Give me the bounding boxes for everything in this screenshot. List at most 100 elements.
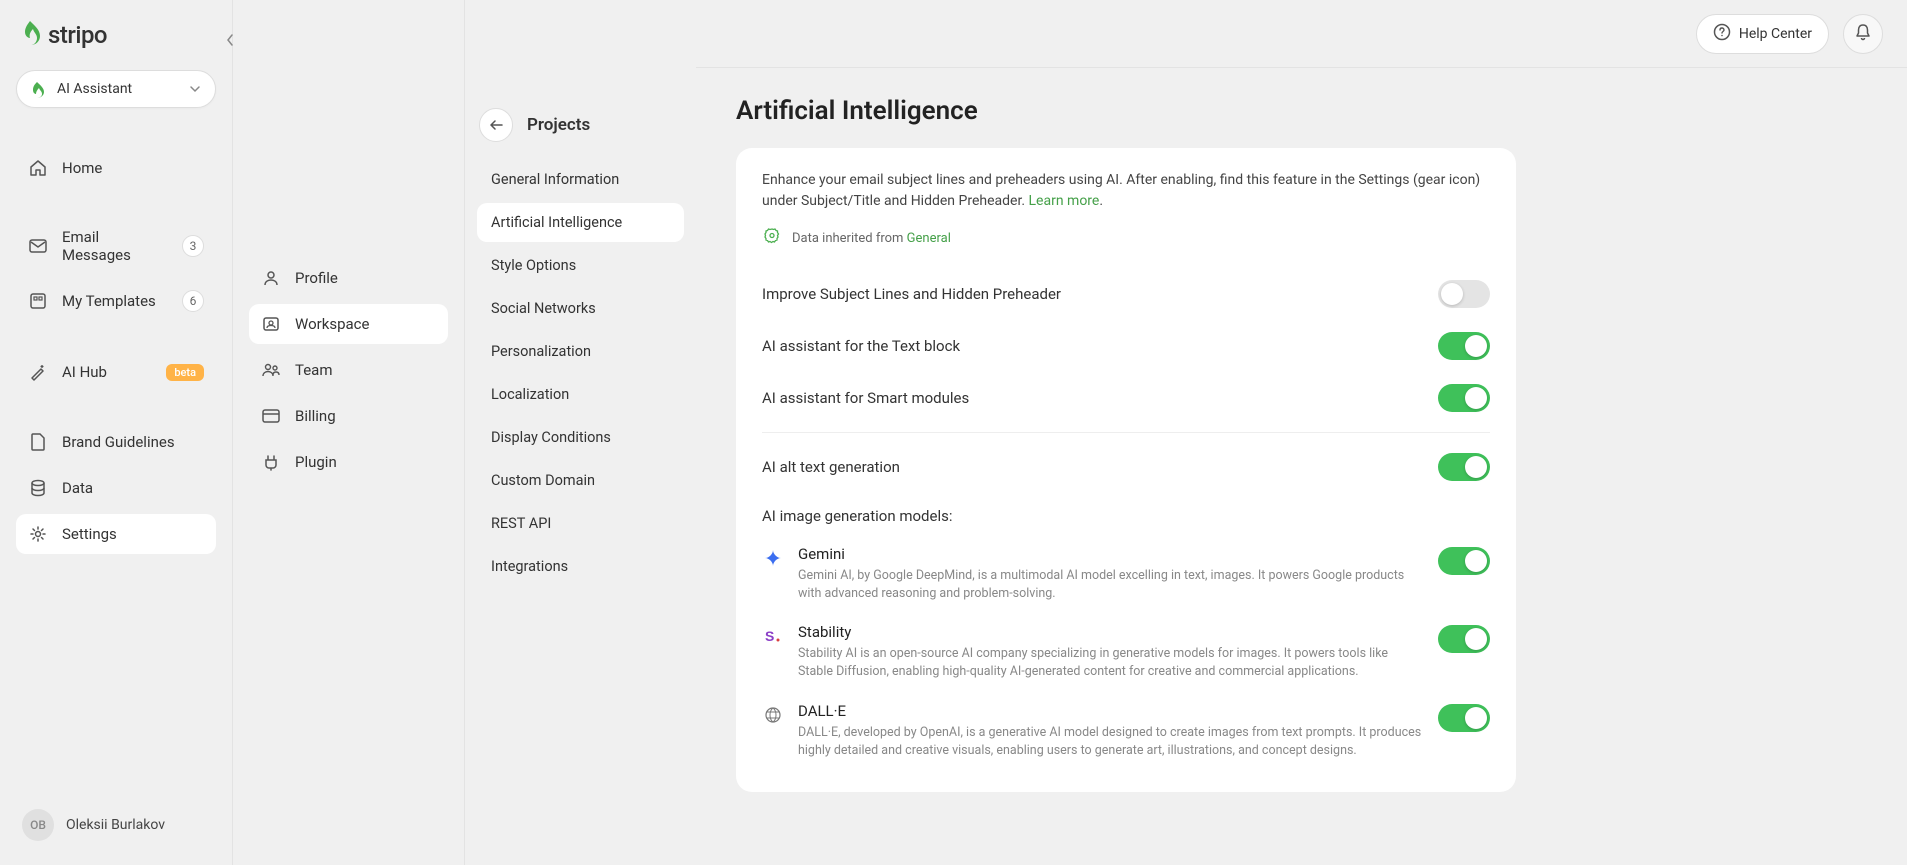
toggle-text-block[interactable] — [1438, 332, 1490, 360]
dalle-icon — [762, 704, 784, 726]
settings-sidebar: Profile Workspace Team Billing Plugin — [232, 0, 464, 865]
notifications-button[interactable] — [1843, 14, 1883, 54]
model-dalle-row: DALL·E DALL·E, developed by OpenAI, is a… — [762, 692, 1490, 770]
projects-integrations[interactable]: Integrations — [477, 547, 684, 586]
user-menu[interactable]: OB Oleksii Burlakov — [16, 801, 216, 849]
settings-billing[interactable]: Billing — [249, 396, 448, 436]
brand-name: stripo — [48, 21, 107, 49]
team-icon — [261, 360, 281, 380]
mail-icon — [28, 236, 48, 256]
database-icon — [28, 478, 48, 498]
projects-domain[interactable]: Custom Domain — [477, 461, 684, 500]
inherited-info: Data inherited from General — [762, 226, 1490, 250]
project-selector[interactable]: AI Assistant — [16, 70, 216, 108]
workspace-icon — [261, 314, 281, 334]
logo[interactable]: stripo — [16, 20, 216, 50]
toggle-subject[interactable] — [1438, 280, 1490, 308]
model-desc: DALL·E, developed by OpenAI, is a genera… — [798, 724, 1424, 760]
bell-icon — [1855, 23, 1871, 45]
nav-email-messages[interactable]: Email Messages 3 — [16, 218, 216, 274]
settings-item-label: Profile — [295, 269, 338, 287]
settings-item-label: Plugin — [295, 453, 337, 471]
projects-style[interactable]: Style Options — [477, 246, 684, 285]
help-center-button[interactable]: Help Center — [1696, 14, 1829, 54]
projects-title: Projects — [527, 115, 590, 135]
gear-icon — [28, 524, 48, 544]
projects-social[interactable]: Social Networks — [477, 289, 684, 328]
toggle-alt-text-row: AI alt text generation — [762, 441, 1490, 493]
page-title: Artificial Intelligence — [736, 96, 1867, 126]
projects-personalization[interactable]: Personalization — [477, 332, 684, 371]
settings-plugin[interactable]: Plugin — [249, 442, 448, 482]
model-gemini-row: Gemini Gemini AI, by Google DeepMind, is… — [762, 535, 1490, 613]
nav-my-templates[interactable]: My Templates 6 — [16, 280, 216, 322]
toggle-alt-text[interactable] — [1438, 453, 1490, 481]
projects-general[interactable]: General Information — [477, 160, 684, 199]
toggle-label: Improve Subject Lines and Hidden Prehead… — [762, 285, 1061, 303]
nav-home[interactable]: Home — [16, 148, 216, 188]
templates-icon — [28, 291, 48, 311]
nav-brand-guidelines[interactable]: Brand Guidelines — [16, 422, 216, 462]
toggle-subject-row: Improve Subject Lines and Hidden Prehead… — [762, 268, 1490, 320]
count-badge: 3 — [182, 235, 204, 257]
user-name: Oleksii Burlakov — [66, 817, 165, 833]
nav-label: Email Messages — [62, 228, 168, 264]
project-icon — [31, 81, 47, 97]
nav-label: AI Hub — [62, 363, 152, 381]
model-desc: Gemini AI, by Google DeepMind, is a mult… — [798, 567, 1424, 603]
toggle-label: AI assistant for the Text block — [762, 337, 960, 355]
toggle-smart-modules[interactable] — [1438, 384, 1490, 412]
primary-sidebar: stripo AI Assistant Home Email Messages — [0, 0, 232, 865]
gear-ai-icon — [762, 226, 782, 250]
sidebar-collapse-button[interactable] — [220, 30, 240, 50]
toggle-label: AI alt text generation — [762, 458, 900, 476]
card-description: Enhance your email subject lines and pre… — [762, 170, 1490, 212]
count-badge: 6 — [182, 290, 204, 312]
project-selector-label: AI Assistant — [57, 81, 179, 97]
help-label: Help Center — [1739, 26, 1812, 42]
nav-settings[interactable]: Settings — [16, 514, 216, 554]
ai-settings-card: Enhance your email subject lines and pre… — [736, 148, 1516, 792]
person-icon — [261, 268, 281, 288]
model-name: Stability — [798, 623, 1424, 641]
stripo-logo-icon — [22, 20, 42, 50]
gemini-icon — [762, 547, 784, 569]
toggle-smart-modules-row: AI assistant for Smart modules — [762, 372, 1490, 424]
projects-display[interactable]: Display Conditions — [477, 418, 684, 457]
nav-label: Settings — [62, 525, 204, 543]
back-button[interactable] — [479, 108, 513, 142]
projects-sidebar: Projects General Information Artificial … — [464, 0, 696, 865]
toggle-gemini[interactable] — [1438, 547, 1490, 575]
learn-more-link[interactable]: Learn more — [1029, 193, 1100, 209]
primary-nav: Home Email Messages 3 My Templates 6 AI … — [16, 148, 216, 554]
svg-text:S: S — [765, 628, 774, 644]
projects-localization[interactable]: Localization — [477, 375, 684, 414]
projects-ai[interactable]: Artificial Intelligence — [477, 203, 684, 242]
toggle-dalle[interactable] — [1438, 704, 1490, 732]
stability-icon: S — [762, 625, 784, 647]
model-stability-row: S Stability Stability AI is an open-sour… — [762, 613, 1490, 691]
nav-label: Data — [62, 479, 204, 497]
model-name: Gemini — [798, 545, 1424, 563]
magic-wand-icon — [28, 362, 48, 382]
topbar: Help Center — [696, 0, 1907, 68]
avatar: OB — [22, 809, 54, 841]
nav-data[interactable]: Data — [16, 468, 216, 508]
content: Artificial Intelligence Enhance your ema… — [696, 68, 1907, 865]
toggle-stability[interactable] — [1438, 625, 1490, 653]
settings-item-label: Team — [295, 361, 333, 379]
settings-team[interactable]: Team — [249, 350, 448, 390]
model-desc: Stability AI is an open-source AI compan… — [798, 645, 1424, 681]
toggle-label: AI assistant for Smart modules — [762, 389, 969, 407]
projects-rest[interactable]: REST API — [477, 504, 684, 543]
settings-item-label: Workspace — [295, 315, 369, 333]
settings-profile[interactable]: Profile — [249, 258, 448, 298]
inherited-link[interactable]: General — [907, 231, 951, 246]
nav-label: My Templates — [62, 292, 168, 310]
nav-ai-hub[interactable]: AI Hub beta — [16, 352, 216, 392]
nav-label: Brand Guidelines — [62, 433, 204, 451]
settings-workspace[interactable]: Workspace — [249, 304, 448, 344]
toggle-text-block-row: AI assistant for the Text block — [762, 320, 1490, 372]
model-name: DALL·E — [798, 702, 1424, 720]
help-icon — [1713, 23, 1731, 45]
